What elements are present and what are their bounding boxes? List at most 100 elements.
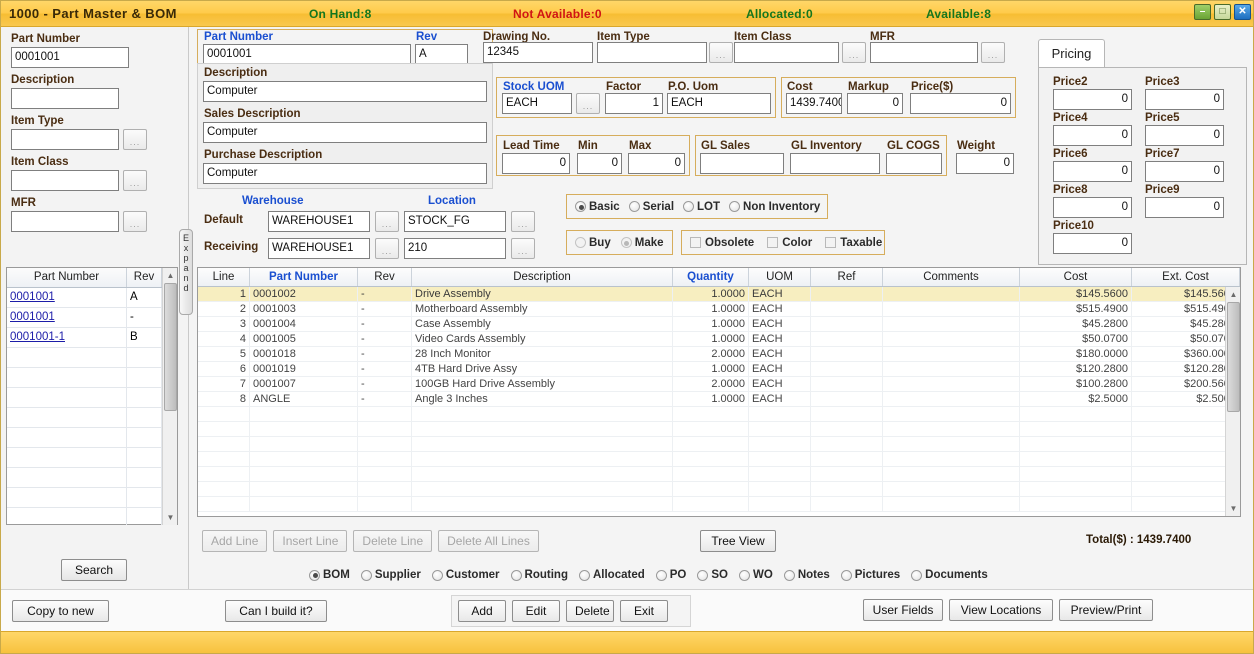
rev-input[interactable]: A <box>415 44 468 65</box>
search-result-row-empty[interactable] <box>7 448 177 468</box>
bom-row-empty[interactable] <box>198 482 1240 497</box>
inventory-type-radio-lot[interactable]: LOT <box>683 201 720 213</box>
bom-col-ref[interactable]: Ref <box>811 268 883 286</box>
close-icon[interactable]: ✕ <box>1234 4 1251 20</box>
flag-checkbox-taxable[interactable]: Taxable <box>825 237 882 249</box>
search-part-number-input[interactable]: 0001001 <box>11 47 129 68</box>
part-number-input[interactable]: 0001001 <box>203 44 411 65</box>
bom-scroll-thumb[interactable] <box>1227 302 1240 412</box>
mfr-input[interactable] <box>870 42 978 63</box>
search-result-row-empty[interactable] <box>7 488 177 508</box>
location-receiving-input[interactable]: 210 <box>404 238 506 259</box>
pricing-input-price4[interactable]: 0 <box>1053 125 1132 146</box>
bom-row-empty[interactable] <box>198 467 1240 482</box>
item-class-input[interactable] <box>734 42 839 63</box>
gl-cogs-input[interactable] <box>886 153 942 174</box>
insert-line-button[interactable]: Insert Line <box>273 530 348 552</box>
search-mfr-input[interactable] <box>11 211 119 232</box>
view-locations-button[interactable]: View Locations <box>949 599 1053 621</box>
pricing-input-price2[interactable]: 0 <box>1053 89 1132 110</box>
section-tab-radio-pictures[interactable]: Pictures <box>840 569 900 581</box>
bom-col-comments[interactable]: Comments <box>883 268 1020 286</box>
search-result-row-empty[interactable] <box>7 468 177 488</box>
sales-description-input[interactable]: Computer <box>203 122 487 143</box>
search-result-row-empty[interactable] <box>7 388 177 408</box>
bom-col-uom[interactable]: UOM <box>749 268 811 286</box>
minimize-icon[interactable]: – <box>1194 4 1211 20</box>
gl-inventory-input[interactable] <box>790 153 880 174</box>
item-class-lookup-button[interactable]: ... <box>842 42 866 63</box>
bom-col-rev[interactable]: Rev <box>358 268 412 286</box>
section-tab-radio-bom[interactable]: BOM <box>309 569 350 581</box>
search-results-grid[interactable]: Part Number Rev 0001001 A 0001001-0001001-… <box>6 267 178 525</box>
section-tab-radio-so[interactable]: SO <box>697 569 728 581</box>
search-result-row[interactable]: 0001001-1 B <box>7 328 177 348</box>
delete-all-lines-button[interactable]: Delete All Lines <box>438 530 539 552</box>
search-result-row-empty[interactable] <box>7 348 177 368</box>
warehouse-default-input[interactable]: WAREHOUSE1 <box>268 211 370 232</box>
section-tab-radio-po[interactable]: PO <box>655 569 686 581</box>
tab-pricing[interactable]: Pricing <box>1038 39 1105 68</box>
stock-uom-input[interactable]: EACH <box>502 93 572 114</box>
search-result-part-number[interactable]: 0001001-1 <box>7 328 127 347</box>
bom-col-part[interactable]: Part Number <box>250 268 358 286</box>
pricing-input-price8[interactable]: 0 <box>1053 197 1132 218</box>
pricing-input-price10[interactable]: 0 <box>1053 233 1132 254</box>
can-i-build-it-button[interactable]: Can I build it? <box>225 600 327 622</box>
bom-col-ext[interactable]: Ext. Cost <box>1132 268 1240 286</box>
bom-row-empty[interactable] <box>198 497 1240 512</box>
add-button[interactable]: Add <box>458 600 506 622</box>
po-uom-input[interactable]: EACH <box>667 93 771 114</box>
location-default-lookup-button[interactable]: ... <box>511 211 535 232</box>
buy-make-radio-make[interactable]: Make <box>620 237 664 249</box>
inventory-type-radio-basic[interactable]: Basic <box>575 201 620 213</box>
section-tab-radio-supplier[interactable]: Supplier <box>360 569 421 581</box>
search-result-row-empty[interactable] <box>7 428 177 448</box>
bom-row[interactable]: 1 0001002- Drive Assembly 1.0000 EACH $145.5… <box>198 287 1240 302</box>
expand-panel-toggle[interactable]: Expand <box>179 229 193 315</box>
search-item-type-lookup-button[interactable]: ... <box>123 129 147 150</box>
search-mfr-lookup-button[interactable]: ... <box>123 211 147 232</box>
search-item-type-input[interactable] <box>11 129 119 150</box>
warehouse-default-lookup-button[interactable]: ... <box>375 211 399 232</box>
search-result-part-number[interactable]: 0001001 <box>7 308 127 327</box>
pricing-input-price9[interactable]: 0 <box>1145 197 1224 218</box>
bom-row[interactable]: 2 0001003- Motherboard Assembly 1.0000 EACH … <box>198 302 1240 317</box>
bom-row-empty[interactable] <box>198 407 1240 422</box>
scroll-up-icon[interactable]: ▲ <box>163 268 178 283</box>
exit-button[interactable]: Exit <box>620 600 668 622</box>
search-result-row[interactable]: 0001001 A <box>7 288 177 308</box>
drawing-no-input[interactable]: 12345 <box>483 42 593 63</box>
location-default-input[interactable]: STOCK_FG <box>404 211 506 232</box>
pricing-input-price7[interactable]: 0 <box>1145 161 1224 182</box>
bom-col-line[interactable]: Line <box>198 268 250 286</box>
bom-row[interactable]: 4 0001005- Video Cards Assembly 1.0000 EACH … <box>198 332 1240 347</box>
preview-print-button[interactable]: Preview/Print <box>1059 599 1153 621</box>
buy-make-group[interactable]: Buy Make <box>566 230 673 255</box>
cost-input[interactable]: 1439.7400 <box>786 93 842 114</box>
search-result-part-number[interactable]: 0001001 <box>7 288 127 307</box>
scroll-down-icon[interactable]: ▼ <box>163 510 178 525</box>
bom-grid[interactable]: Line Part Number Rev Description Quantity UOM… <box>197 267 1241 517</box>
bom-row[interactable]: 5 0001018-28 Inch Monitor 2.0000 EACH $180.… <box>198 347 1240 362</box>
search-result-row-empty[interactable] <box>7 368 177 388</box>
delete-button[interactable]: Delete <box>566 600 614 622</box>
bom-row[interactable]: 3 0001004- Case Assembly 1.0000 EACH $45.280… <box>198 317 1240 332</box>
bom-col-qty[interactable]: Quantity <box>673 268 749 286</box>
bom-row-empty[interactable] <box>198 452 1240 467</box>
scroll-thumb[interactable] <box>164 283 177 411</box>
copy-to-new-button[interactable]: Copy to new <box>12 600 109 622</box>
item-type-lookup-button[interactable]: ... <box>709 42 733 63</box>
location-receiving-lookup-button[interactable]: ... <box>511 238 535 259</box>
bom-col-cost[interactable]: Cost <box>1020 268 1132 286</box>
weight-input[interactable]: 0 <box>956 153 1014 174</box>
buy-make-radio-buy[interactable]: Buy <box>575 237 611 249</box>
search-button[interactable]: Search <box>61 559 127 581</box>
search-description-input[interactable] <box>11 88 119 109</box>
search-result-row-empty[interactable] <box>7 408 177 428</box>
search-result-row-empty[interactable] <box>7 508 177 525</box>
description-input[interactable]: Computer <box>203 81 487 102</box>
bom-scroll-down-icon[interactable]: ▼ <box>1226 501 1241 516</box>
search-item-class-input[interactable] <box>11 170 119 191</box>
pricing-input-price6[interactable]: 0 <box>1053 161 1132 182</box>
